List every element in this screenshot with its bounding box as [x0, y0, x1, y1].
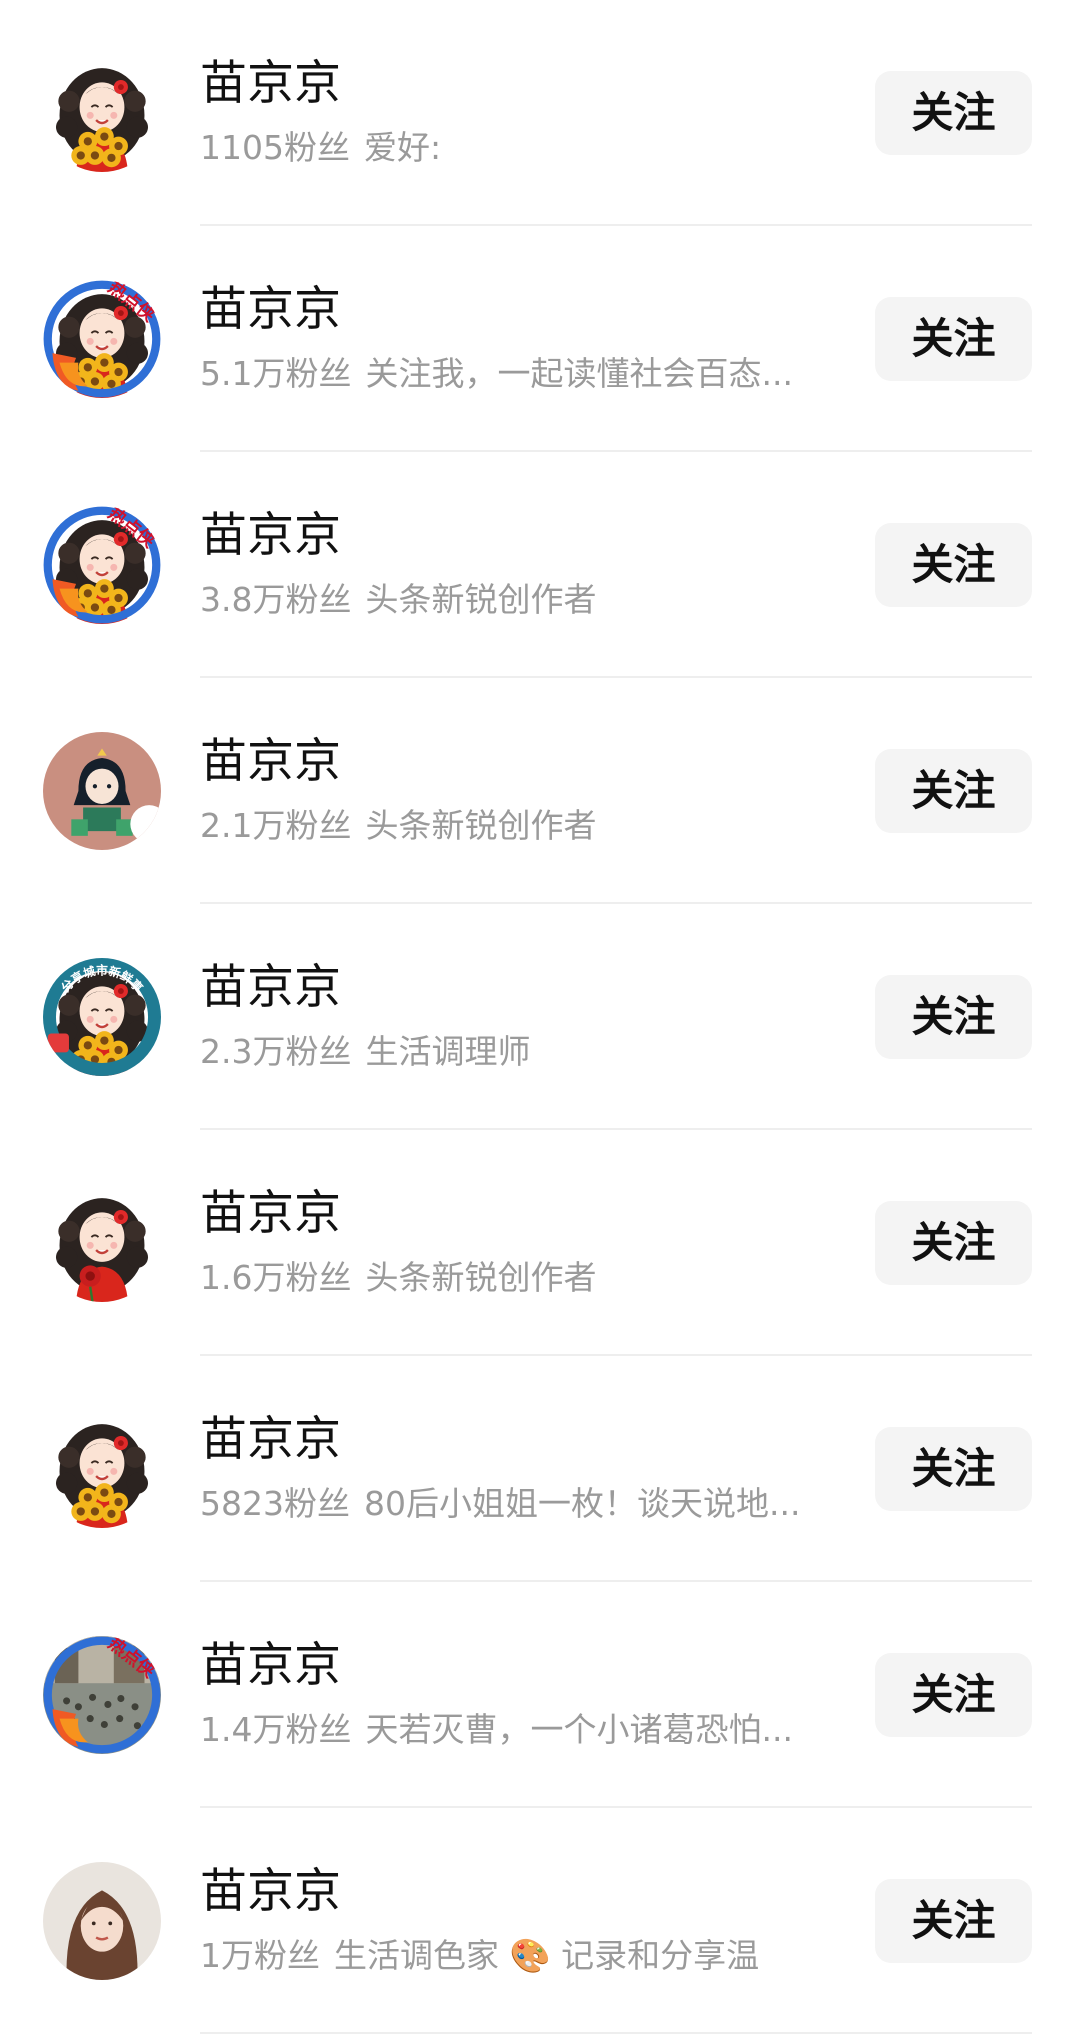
fans-count: 1.4万粉丝: [200, 1710, 352, 1749]
avatar[interactable]: 分享城市新鲜事: [43, 958, 161, 1076]
follow-button[interactable]: 关注: [875, 1427, 1032, 1511]
user-row[interactable]: 分享城市新鲜事 苗京京 2.3万粉丝 生活调理师 关注: [0, 904, 1075, 1130]
avatar-image: 分享城市新鲜事: [43, 958, 161, 1076]
user-list: 苗京京 1105粉丝 爱好: 关注 热点侠 苗京京 5.1万粉丝 关注我，一起读懂社…: [0, 0, 1075, 2034]
user-name[interactable]: 苗京京: [200, 1410, 341, 1470]
fans-count: 2.3万粉丝: [200, 1032, 352, 1071]
follow-button[interactable]: 关注: [875, 71, 1032, 155]
user-bio: 爱好:: [363, 128, 442, 167]
avatar-image: 热点侠: [43, 506, 161, 624]
avatar-image: [43, 54, 161, 172]
user-subtitle: 1万粉丝 生活调色家 🎨 记录和分享温: [200, 1934, 830, 1978]
user-bio: 关注我，一起读懂社会百态...: [365, 354, 793, 393]
user-subtitle: 5823粉丝 80后小姐姐一枚！谈天说地...: [200, 1482, 830, 1526]
follow-button[interactable]: 关注: [875, 749, 1032, 833]
user-row[interactable]: 热点侠 苗京京 5.1万粉丝 关注我，一起读懂社会百态... 关注: [0, 226, 1075, 452]
user-bio: 头条新锐创作者: [365, 1258, 597, 1297]
user-subtitle: 2.3万粉丝 生活调理师: [200, 1030, 830, 1074]
user-subtitle: 3.8万粉丝 头条新锐创作者: [200, 578, 830, 622]
avatar[interactable]: [43, 54, 161, 172]
avatar[interactable]: [43, 1184, 161, 1302]
user-name[interactable]: 苗京京: [200, 506, 341, 566]
follow-button[interactable]: 关注: [875, 1653, 1032, 1737]
user-subtitle: 1105粉丝 爱好:: [200, 126, 830, 170]
user-name[interactable]: 苗京京: [200, 54, 341, 114]
user-row[interactable]: 热点侠 苗京京 1.4万粉丝 天若灭曹，一个小诸葛恐怕... 关注: [0, 1582, 1075, 1808]
user-row[interactable]: 苗京京 1.6万粉丝 头条新锐创作者 关注: [0, 1130, 1075, 1356]
user-bio: 头条新锐创作者: [365, 806, 597, 845]
user-subtitle: 5.1万粉丝 关注我，一起读懂社会百态...: [200, 352, 830, 396]
user-name[interactable]: 苗京京: [200, 1636, 341, 1696]
follow-button[interactable]: 关注: [875, 975, 1032, 1059]
avatar-image: [43, 1184, 161, 1302]
user-bio: 生活调色家 🎨 记录和分享温: [334, 1936, 760, 1975]
user-subtitle: 2.1万粉丝 头条新锐创作者: [200, 804, 830, 848]
user-row[interactable]: 苗京京 2.1万粉丝 头条新锐创作者 关注: [0, 678, 1075, 904]
user-name[interactable]: 苗京京: [200, 280, 341, 340]
user-name[interactable]: 苗京京: [200, 958, 341, 1018]
user-bio: 头条新锐创作者: [365, 580, 597, 619]
user-row[interactable]: 苗京京 5823粉丝 80后小姐姐一枚！谈天说地... 关注: [0, 1356, 1075, 1582]
user-name[interactable]: 苗京京: [200, 1184, 341, 1244]
user-name[interactable]: 苗京京: [200, 732, 341, 792]
fans-count: 3.8万粉丝: [200, 580, 352, 619]
follow-button[interactable]: 关注: [875, 1879, 1032, 1963]
follow-button[interactable]: 关注: [875, 1201, 1032, 1285]
user-row[interactable]: 苗京京 1105粉丝 爱好: 关注: [0, 0, 1075, 226]
avatar-image: 热点侠: [43, 1636, 161, 1754]
avatar[interactable]: 热点侠: [43, 280, 161, 398]
avatar[interactable]: [43, 1862, 161, 1980]
user-subtitle: 1.6万粉丝 头条新锐创作者: [200, 1256, 830, 1300]
follow-button[interactable]: 关注: [875, 297, 1032, 381]
avatar[interactable]: 热点侠: [43, 506, 161, 624]
user-row[interactable]: 热点侠 苗京京 3.8万粉丝 头条新锐创作者 关注: [0, 452, 1075, 678]
user-name[interactable]: 苗京京: [200, 1862, 341, 1922]
fans-count: 5.1万粉丝: [200, 354, 352, 393]
fans-count: 2.1万粉丝: [200, 806, 352, 845]
user-bio: 天若灭曹，一个小诸葛恐怕...: [365, 1710, 793, 1749]
avatar[interactable]: [43, 1410, 161, 1528]
fans-count: 1万粉丝: [200, 1936, 320, 1975]
fans-count: 1105粉丝: [200, 128, 350, 167]
avatar-image: 热点侠: [43, 280, 161, 398]
user-row[interactable]: 苗京京 1万粉丝 生活调色家 🎨 记录和分享温 关注: [0, 1808, 1075, 2034]
user-bio: 生活调理师: [365, 1032, 531, 1071]
user-bio: 80后小姐姐一枚！谈天说地...: [363, 1484, 801, 1523]
avatar-image: [43, 732, 161, 850]
user-subtitle: 1.4万粉丝 天若灭曹，一个小诸葛恐怕...: [200, 1708, 830, 1752]
avatar-image: [43, 1862, 161, 1980]
avatar[interactable]: 热点侠: [43, 1636, 161, 1754]
avatar-image: [43, 1410, 161, 1528]
follow-button[interactable]: 关注: [875, 523, 1032, 607]
avatar[interactable]: [43, 732, 161, 850]
fans-count: 1.6万粉丝: [200, 1258, 352, 1297]
fans-count: 5823粉丝: [200, 1484, 350, 1523]
